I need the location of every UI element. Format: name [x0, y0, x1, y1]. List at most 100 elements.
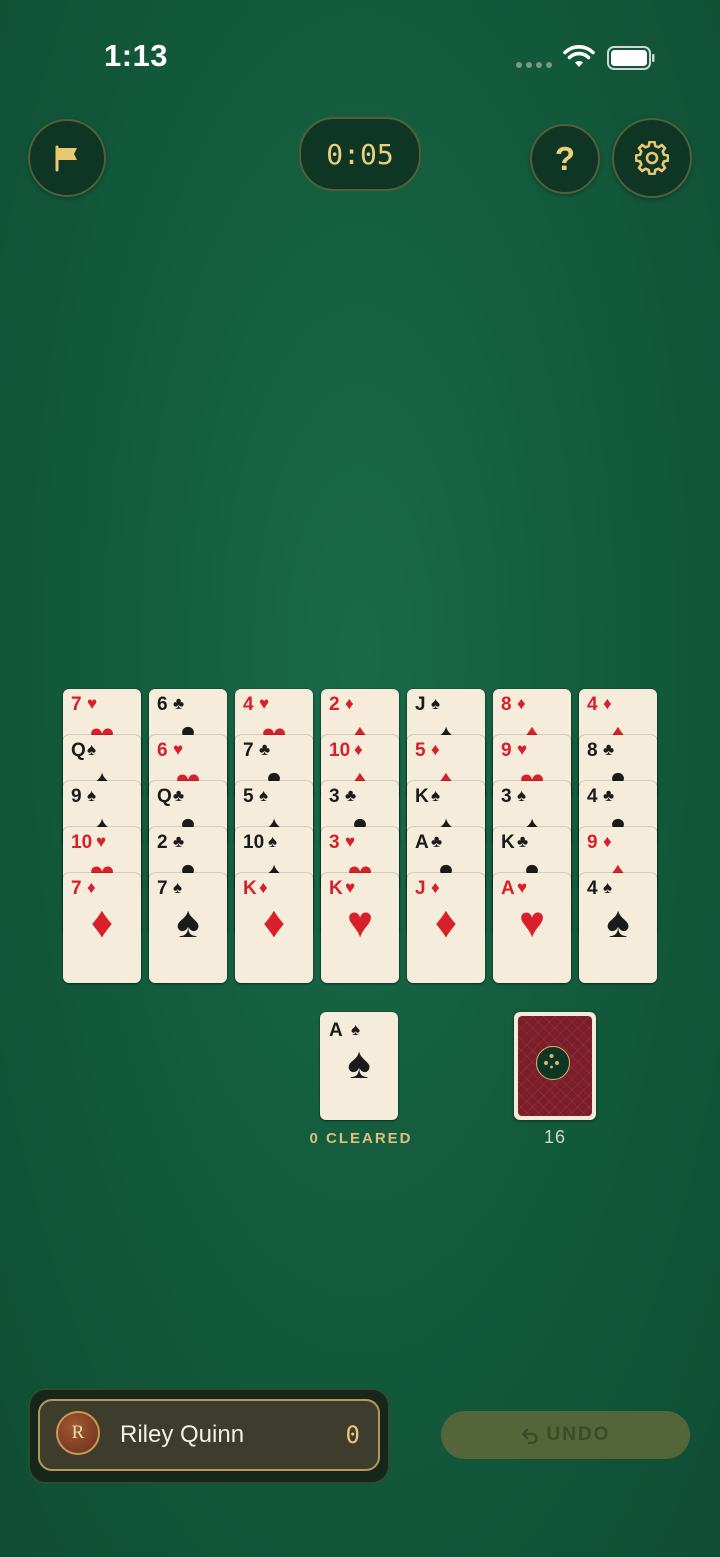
card-rank: 4	[243, 694, 254, 715]
card-rank: Q	[71, 740, 86, 761]
card-rank: 5	[415, 740, 426, 761]
help-icon: ?	[554, 140, 576, 177]
card-suit-small: ♣	[173, 786, 185, 805]
card-rank: 9	[71, 786, 82, 807]
playing-card[interactable]: J ♦ ♦	[407, 873, 485, 983]
waste-card[interactable]: A ♠ ♠	[320, 1012, 398, 1120]
cleared-count: 0 CLEARED	[309, 1130, 413, 1147]
card-suit-small: ♠	[87, 740, 97, 759]
card-rank: A	[501, 878, 515, 899]
card-rank: J	[415, 694, 426, 715]
undo-label: UNDO	[546, 1424, 611, 1445]
player-score: 0	[345, 1421, 360, 1449]
card-rank: 2	[329, 694, 340, 715]
card-suit-small: ♣	[345, 786, 357, 805]
playing-card[interactable]: 7 ♠ ♠	[149, 873, 227, 983]
card-rank: 2	[157, 832, 168, 853]
card-suit-small: ♣	[173, 832, 185, 851]
gear-icon	[635, 141, 669, 175]
card-suit-small: ♣	[431, 832, 443, 851]
card-rank: J	[415, 878, 426, 899]
undo-button[interactable]: UNDO	[441, 1411, 690, 1459]
card-suit-small: ♠	[268, 832, 278, 851]
card-suit-small: ♦	[603, 694, 612, 713]
playing-card[interactable]: K ♥ ♥	[321, 873, 399, 983]
card-suit-small: ♣	[173, 694, 185, 713]
card-rank: 4	[587, 786, 598, 807]
card-rank: 10	[71, 832, 93, 853]
card-suit-small: ♠	[431, 786, 441, 805]
card-suit-small: ♦	[354, 740, 363, 759]
flag-button[interactable]	[28, 119, 106, 197]
player-name: Riley Quinn	[120, 1421, 245, 1448]
card-suit-large: ♦	[262, 898, 286, 947]
card-suit-small: ♦	[603, 832, 612, 851]
card-suit-small: ♦	[517, 694, 526, 713]
card-rank: 9	[587, 832, 598, 853]
card-rank: 6	[157, 694, 168, 715]
card-rank: K	[415, 786, 429, 807]
card-rank: 8	[587, 740, 598, 761]
card-rank: K	[501, 832, 515, 853]
card-rank: 4	[587, 694, 598, 715]
card-suit-small: ♦	[431, 878, 440, 897]
card-suit-small: ♠	[173, 878, 183, 897]
card-suit-small: ♦	[345, 694, 354, 713]
stock-pile[interactable]	[514, 1012, 596, 1120]
card-suit-small: ♣	[603, 740, 615, 759]
stock-count: 16	[543, 1127, 567, 1147]
card-suit-large: ♥	[518, 898, 546, 947]
signal-dots-icon	[516, 62, 552, 68]
player-panel: R Riley Quinn 0	[28, 1388, 390, 1484]
status-time: 1:13	[104, 38, 169, 73]
settings-button[interactable]	[612, 118, 692, 198]
card-suit-small: ♥	[259, 694, 270, 713]
card-rank: Q	[157, 786, 172, 807]
wifi-icon	[563, 45, 595, 67]
card-rank: A	[415, 832, 429, 853]
card-rank: 4	[587, 878, 598, 899]
card-rank: K	[329, 878, 343, 899]
card-rank: 10	[243, 832, 265, 853]
card-suit-small: ♠	[259, 786, 269, 805]
undo-icon	[521, 1428, 538, 1444]
card-suit-small: ♦	[259, 878, 268, 897]
card-suit-large: ♠	[176, 898, 200, 947]
playing-card[interactable]: 7 ♦ ♦	[63, 873, 141, 983]
card-back-emblem-icon	[536, 1046, 570, 1080]
card-suit-large: ♠	[347, 1039, 371, 1088]
card-rank: 7	[243, 740, 254, 761]
card-suit-small: ♥	[96, 832, 107, 851]
help-button[interactable]: ?	[530, 124, 600, 194]
game-timer: 0:05	[299, 117, 421, 191]
card-suit-small: ♠	[603, 878, 613, 897]
card-suit-small: ♠	[351, 1020, 361, 1039]
card-rank: 9	[501, 740, 512, 761]
card-rank: K	[243, 878, 257, 899]
card-rank: 10	[329, 740, 351, 761]
card-suit-small: ♣	[603, 786, 615, 805]
card-suit-small: ♥	[87, 694, 98, 713]
card-rank: 5	[243, 786, 254, 807]
card-suit-small: ♥	[517, 740, 528, 759]
flag-icon	[55, 145, 77, 172]
card-suit-small: ♥	[173, 740, 184, 759]
battery-icon	[607, 46, 655, 70]
card-suit-small: ♠	[87, 786, 97, 805]
card-rank: 3	[329, 832, 340, 853]
card-rank: 3	[329, 786, 340, 807]
player-card[interactable]: R Riley Quinn 0	[38, 1399, 380, 1471]
card-suit-small: ♥	[345, 832, 356, 851]
card-suit-small: ♥	[345, 878, 356, 897]
playing-card[interactable]: A ♥ ♥	[493, 873, 571, 983]
card-rank: 6	[157, 740, 168, 761]
card-suit-small: ♣	[517, 832, 529, 851]
card-suit-small: ♣	[259, 740, 271, 759]
card-suit-small: ♥	[517, 878, 528, 897]
card-rank: 3	[501, 786, 512, 807]
card-rank: 8	[501, 694, 512, 715]
playing-card[interactable]: 4 ♠ ♠	[579, 873, 657, 983]
card-suit-small: ♠	[517, 786, 527, 805]
playing-card[interactable]: K ♦ ♦	[235, 873, 313, 983]
card-suit-small: ♦	[431, 740, 440, 759]
